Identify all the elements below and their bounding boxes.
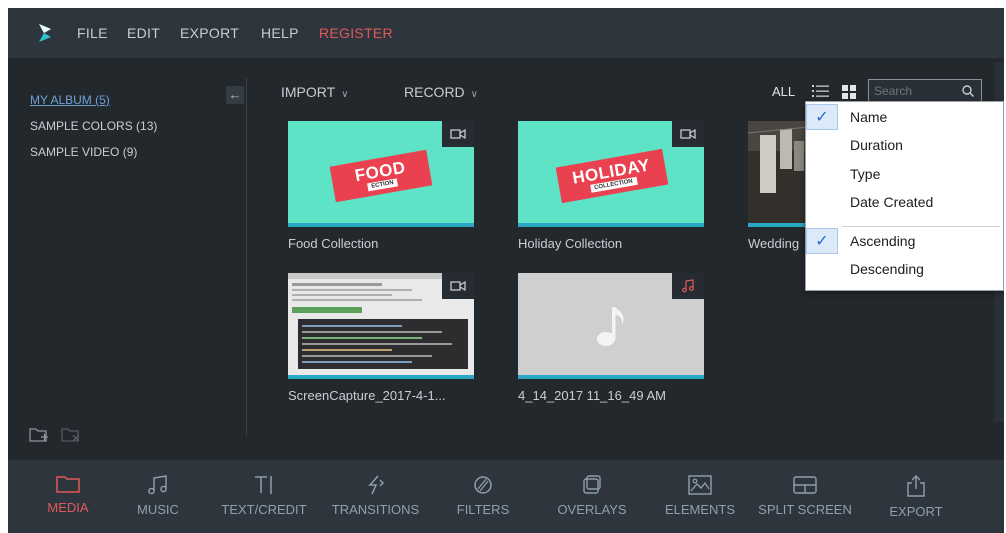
image-icon bbox=[688, 475, 712, 495]
import-label: IMPORT bbox=[281, 84, 336, 100]
app-window: FILE EDIT EXPORT HELP REGISTER MY ALBUM … bbox=[8, 8, 1004, 533]
tab-label: TEXT/CREDIT bbox=[221, 502, 307, 517]
audio-type-badge bbox=[672, 273, 704, 299]
split-screen-icon bbox=[793, 476, 817, 494]
panel-divider[interactable] bbox=[246, 78, 247, 436]
filter-icon bbox=[474, 476, 492, 494]
sort-by-type[interactable]: Type bbox=[850, 166, 880, 182]
tab-music[interactable]: MUSIC bbox=[128, 460, 188, 533]
media-item-food-collection[interactable]: FOOD ECTION Food Collection bbox=[288, 121, 474, 256]
grid-view-icon[interactable] bbox=[841, 84, 857, 100]
music-note-icon bbox=[597, 307, 624, 346]
menu-bar: FILE EDIT EXPORT HELP REGISTER bbox=[8, 8, 1004, 58]
sort-descending[interactable]: Descending bbox=[850, 261, 924, 277]
sort-menu: ✓ Name Duration Type Date Created ✓ Asce… bbox=[805, 101, 1004, 291]
tab-transitions[interactable]: TRANSITIONS bbox=[323, 460, 428, 533]
media-item-label: 4_14_2017 11_16_49 AM bbox=[518, 388, 666, 403]
record-dropdown[interactable]: RECORD ∨ bbox=[404, 84, 478, 100]
video-camera-icon bbox=[680, 128, 696, 140]
menu-help[interactable]: HELP bbox=[261, 25, 299, 41]
import-dropdown[interactable]: IMPORT ∨ bbox=[281, 84, 349, 100]
menu-register[interactable]: REGISTER bbox=[319, 25, 393, 41]
search-icon[interactable] bbox=[961, 84, 975, 98]
thumbnail-progress-bar bbox=[518, 375, 704, 379]
add-folder-icon[interactable] bbox=[28, 426, 50, 444]
search-input[interactable] bbox=[874, 82, 958, 100]
check-icon: ✓ bbox=[806, 228, 838, 254]
video-camera-icon bbox=[450, 280, 466, 292]
tab-label: OVERLAYS bbox=[557, 502, 627, 517]
overlay-icon bbox=[583, 475, 601, 494]
thumbnail-progress-bar bbox=[748, 223, 808, 227]
media-thumbnail bbox=[748, 121, 808, 227]
thumbnail-progress-bar bbox=[518, 223, 704, 227]
tab-overlays[interactable]: OVERLAYS bbox=[550, 460, 634, 533]
tab-text-credit[interactable]: TEXT/CREDIT bbox=[214, 460, 314, 533]
tab-filters[interactable]: FILTERS bbox=[450, 460, 516, 533]
tab-label: EXPORT bbox=[889, 504, 943, 519]
menu-file[interactable]: FILE bbox=[77, 25, 108, 41]
sort-by-duration[interactable]: Duration bbox=[850, 137, 903, 153]
app-logo-icon bbox=[39, 24, 51, 42]
sort-ascending[interactable]: Ascending bbox=[850, 233, 915, 249]
video-type-badge bbox=[442, 273, 474, 299]
tab-label: MUSIC bbox=[137, 502, 179, 517]
music-note-icon bbox=[682, 279, 694, 293]
collapse-sidebar-button[interactable]: ← bbox=[226, 86, 244, 104]
video-type-badge bbox=[672, 121, 704, 147]
media-item-label: ScreenCapture_2017-4-1... bbox=[288, 388, 446, 403]
transition-icon bbox=[367, 475, 384, 495]
sort-by-name[interactable]: Name bbox=[850, 109, 887, 125]
text-cursor-icon bbox=[255, 476, 272, 494]
sort-by-date-created[interactable]: Date Created bbox=[850, 194, 933, 210]
tab-label: SPLIT SCREEN bbox=[758, 502, 852, 517]
media-item-label: Holiday Collection bbox=[518, 236, 623, 251]
media-item-wedding[interactable]: Wedding bbox=[748, 121, 808, 256]
thumbnail-progress-bar bbox=[288, 223, 474, 227]
tab-label: FILTERS bbox=[456, 502, 510, 517]
tab-label: TRANSITIONS bbox=[331, 502, 420, 517]
menu-edit[interactable]: EDIT bbox=[127, 25, 160, 41]
tab-export[interactable]: EXPORT bbox=[876, 460, 956, 533]
album-sample-colors[interactable]: SAMPLE COLORS (13) bbox=[30, 119, 157, 133]
album-my-album[interactable]: MY ALBUM (5) bbox=[30, 93, 110, 107]
video-camera-icon bbox=[450, 128, 466, 140]
menu-separator bbox=[842, 226, 1000, 227]
menu-export[interactable]: EXPORT bbox=[180, 25, 239, 41]
bottom-tab-bar: MEDIA MUSIC TEXT/CREDIT TRANSITIONS FILT… bbox=[8, 460, 1004, 533]
thumbnail-progress-bar bbox=[288, 375, 474, 379]
media-item-label: Food Collection bbox=[288, 236, 379, 251]
folder-icon bbox=[56, 476, 80, 493]
filter-all-button[interactable]: ALL bbox=[772, 84, 795, 99]
chevron-down-icon: ∨ bbox=[470, 89, 478, 100]
share-export-icon bbox=[907, 475, 925, 497]
arrow-left-icon: ← bbox=[228, 87, 242, 102]
media-item-holiday-collection[interactable]: HOLIDAY COLLECTION Holiday Collection bbox=[518, 121, 704, 256]
media-item-label: Wedding bbox=[748, 236, 800, 251]
check-icon: ✓ bbox=[806, 104, 838, 130]
tab-split-screen[interactable]: SPLIT SCREEN bbox=[750, 460, 860, 533]
tab-elements[interactable]: ELEMENTS bbox=[658, 460, 742, 533]
tab-label: ELEMENTS bbox=[664, 502, 736, 517]
tab-media[interactable]: MEDIA bbox=[38, 460, 98, 533]
list-view-icon[interactable] bbox=[811, 83, 831, 99]
video-type-badge bbox=[442, 121, 474, 147]
media-item-screen-capture[interactable]: ScreenCapture_2017-4-1... bbox=[288, 273, 474, 408]
record-label: RECORD bbox=[404, 84, 465, 100]
delete-folder-icon[interactable] bbox=[60, 426, 82, 444]
search-box bbox=[868, 79, 982, 103]
media-item-audio-recording[interactable]: 4_14_2017 11_16_49 AM bbox=[518, 273, 704, 408]
music-note-icon bbox=[148, 475, 167, 495]
chevron-down-icon: ∨ bbox=[341, 89, 349, 100]
album-sample-video[interactable]: SAMPLE VIDEO (9) bbox=[30, 145, 137, 159]
thumbnail-banner: FOOD ECTION bbox=[329, 149, 433, 203]
thumbnail-banner: HOLIDAY COLLECTION bbox=[555, 148, 669, 204]
tab-label: MEDIA bbox=[47, 500, 89, 515]
wedding-photo bbox=[748, 121, 808, 227]
album-sidebar: MY ALBUM (5) SAMPLE COLORS (13) SAMPLE V… bbox=[8, 58, 246, 458]
